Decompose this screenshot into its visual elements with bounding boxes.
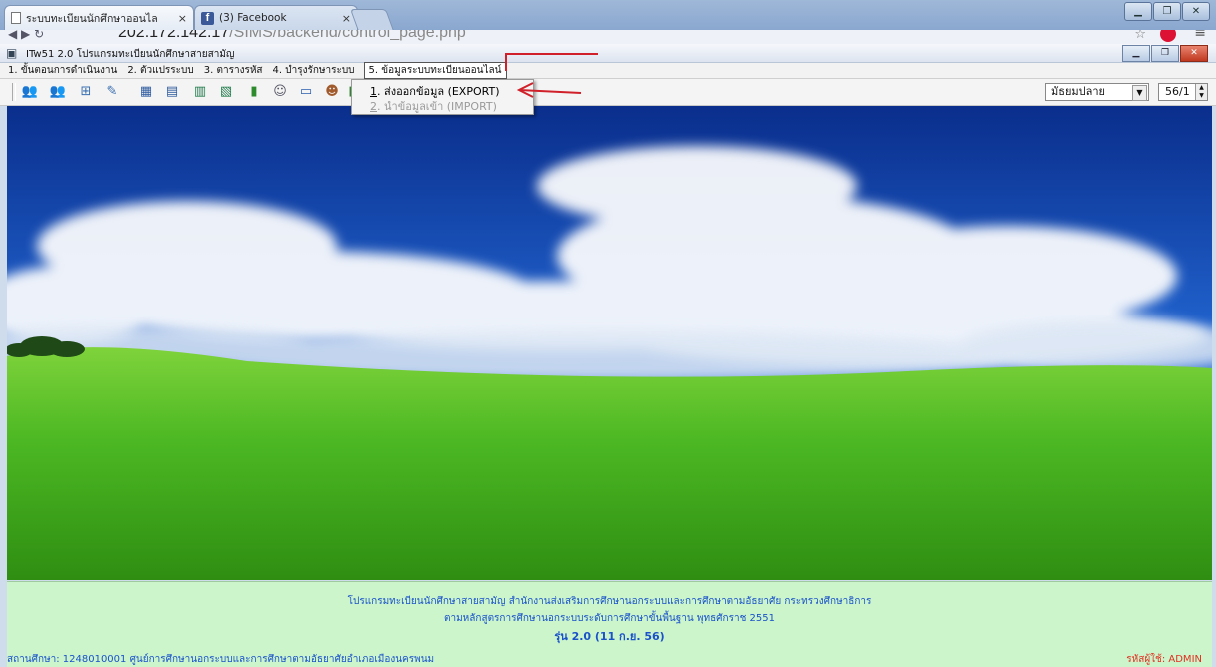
annotation-line bbox=[506, 53, 598, 55]
wallpaper-image bbox=[7, 106, 1212, 580]
person-edit-icon[interactable]: ☻ bbox=[322, 83, 342, 101]
tab-facebook[interactable]: f (3) Facebook × bbox=[194, 5, 358, 30]
app-title: ITw51 2.0 โปรแกรมทะเบียนนักศึกษาสายสามัญ bbox=[26, 49, 235, 60]
add-window-icon[interactable]: ⊞ bbox=[76, 83, 96, 101]
menu-system-variables[interactable]: 2. ตัวแปรระบบ bbox=[123, 63, 199, 78]
app-window-controls: ▁ ❐ ✕ bbox=[1122, 45, 1208, 62]
chart-icon[interactable]: ▮ bbox=[244, 83, 264, 101]
edit-window-icon[interactable]: ✎ bbox=[102, 83, 122, 101]
restore-icon[interactable]: ❐ bbox=[1153, 2, 1181, 21]
user-check-icon[interactable]: ☺ bbox=[270, 83, 290, 101]
menu-maintenance[interactable]: 4. บำรุงรักษาระบบ bbox=[269, 63, 361, 78]
certificate-icon[interactable]: ▭ bbox=[296, 83, 316, 101]
toolbar-grip bbox=[12, 83, 16, 101]
annotation-line bbox=[505, 53, 507, 71]
facebook-icon: f bbox=[201, 11, 214, 25]
import-label: . นำข้อมูลเข้า (IMPORT) bbox=[377, 100, 497, 113]
toolbar: 👥 👥 ⊞ ✎ ▦ ▤ ▥ ▧ ▮ ☺ ▭ ☻ ▮ มัธยมปลาย ▼ 56… bbox=[0, 79, 1216, 106]
book-edit-icon[interactable]: ▧ bbox=[216, 83, 236, 101]
minimize-icon[interactable]: ▁ bbox=[1124, 2, 1152, 21]
page-icon bbox=[11, 12, 21, 24]
book-icon[interactable]: ▥ bbox=[190, 83, 210, 101]
footer-version: รุ่น 2.0 (11 ก.ย. 56) bbox=[554, 630, 665, 643]
new-tab-button[interactable] bbox=[349, 9, 395, 31]
footer-user: รหัสผู้ใช้: ADMIN bbox=[1126, 654, 1202, 665]
import-number: 2 bbox=[370, 100, 377, 113]
status-footer: โปรแกรมทะเบียนนักศึกษาสายสามัญ สำนักงานส… bbox=[7, 581, 1212, 667]
chevron-down-icon[interactable]: ▼ bbox=[1132, 85, 1147, 101]
app-icon: ▣ bbox=[6, 46, 18, 60]
url-path: /SIMS/backend/control_page.php bbox=[229, 30, 466, 41]
users-edit-icon[interactable]: 👥 bbox=[48, 83, 68, 101]
menu-bar: 1. ขั้นตอนการดำเนินงาน 2. ตัวแปรระบบ 3. … bbox=[0, 62, 1216, 79]
level-select[interactable]: มัธยมปลาย ▼ bbox=[1045, 83, 1149, 101]
term-value: 56/1 bbox=[1165, 85, 1190, 98]
browser-menu-icon[interactable]: ≡ bbox=[1194, 30, 1206, 41]
url-field[interactable]: 202.172.142.17/SIMS/backend/control_page… bbox=[118, 30, 466, 42]
menu-item-import[interactable]: 2. นำข้อมูลเข้า (IMPORT) bbox=[370, 97, 497, 115]
desktop-wallpaper bbox=[7, 106, 1212, 580]
tab-sims[interactable]: ระบบทะเบียนนักศึกษาออนไล × bbox=[4, 5, 194, 30]
online-registration-dropdown: 1. ส่งออกข้อมูล (EXPORT) 2. นำข้อมูลเข้า… bbox=[351, 79, 534, 115]
users-icon[interactable]: 👥 bbox=[20, 83, 40, 101]
close-tab-icon[interactable]: × bbox=[342, 12, 351, 25]
annotation-arrow-icon bbox=[516, 82, 582, 98]
app-close-icon[interactable]: ✕ bbox=[1180, 45, 1208, 62]
close-tab-icon[interactable]: × bbox=[178, 12, 187, 25]
menu-code-tables[interactable]: 3. ตารางรหัส bbox=[200, 63, 269, 78]
table-edit-icon[interactable]: ▤ bbox=[162, 83, 182, 101]
table-icon[interactable]: ▦ bbox=[136, 83, 156, 101]
back-forward-icon[interactable]: ◀ ▶ ↻ bbox=[8, 30, 44, 41]
app-restore-icon[interactable]: ❐ bbox=[1151, 45, 1179, 62]
browser-tab-strip: ระบบทะเบียนนักศึกษาออนไล × f (3) Faceboo… bbox=[0, 0, 1216, 31]
menu-online-registration[interactable]: 5. ข้อมูลระบบทะเบียนออนไลน์ bbox=[363, 62, 507, 79]
app-minimize-icon[interactable]: ▁ bbox=[1122, 45, 1150, 62]
bookmark-star-icon[interactable]: ☆ bbox=[1134, 30, 1146, 42]
app-title-bar: ▣ ITw51 2.0 โปรแกรมทะเบียนนักศึกษาสายสาม… bbox=[0, 44, 1216, 63]
term-spinner[interactable]: 56/1 ▲ ▼ bbox=[1158, 83, 1208, 101]
footer-curriculum: ตามหลักสูตรการศึกษานอกระบบระดับการศึกษาข… bbox=[443, 613, 775, 624]
spinner-arrows-icon[interactable]: ▲ ▼ bbox=[1195, 84, 1207, 100]
tab-title: (3) Facebook bbox=[219, 12, 287, 24]
address-bar: ◀ ▶ ↻ 202.172.142.17/SIMS/backend/contro… bbox=[0, 30, 1216, 44]
footer-program-name: โปรแกรมทะเบียนนักศึกษาสายสามัญ สำนักงานส… bbox=[347, 596, 872, 607]
browser-window-controls: ▁ ❐ ✕ bbox=[1124, 2, 1210, 21]
menu-workflow[interactable]: 1. ขั้นตอนการดำเนินงาน bbox=[4, 63, 123, 78]
extension-icon[interactable] bbox=[1160, 30, 1176, 42]
level-value: มัธยมปลาย bbox=[1051, 85, 1106, 98]
tab-title: ระบบทะเบียนนักศึกษาออนไล bbox=[26, 12, 158, 25]
footer-station: สถานศึกษา: 1248010001 ศูนย์การศึกษานอกระ… bbox=[7, 654, 435, 665]
url-host: 202.172.142.17 bbox=[118, 30, 230, 41]
close-icon[interactable]: ✕ bbox=[1182, 2, 1210, 21]
